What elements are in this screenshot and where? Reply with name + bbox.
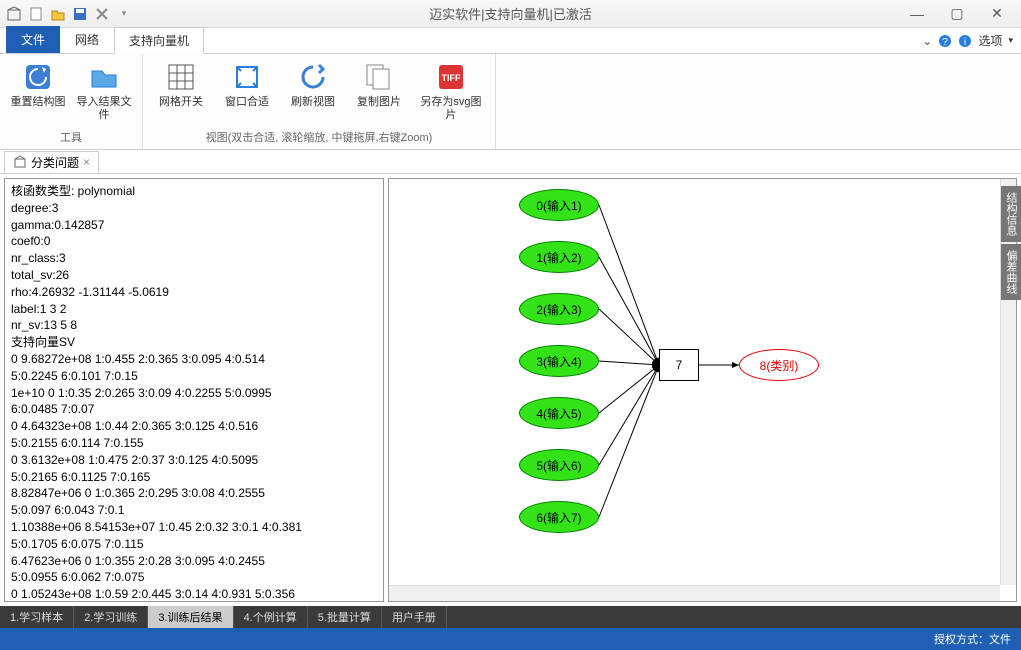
refresh-icon [296, 60, 330, 94]
grid-toggle-button[interactable]: 网格开关 [151, 58, 211, 111]
status-bar: 授权方式：文件 [0, 628, 1021, 650]
input-node[interactable]: 5(输入6) [519, 449, 599, 481]
input-node[interactable]: 0(输入1) [519, 189, 599, 221]
save-svg-button[interactable]: TIFF 另存为svg图片 [415, 58, 487, 124]
sidetab-error-curve[interactable]: 偏差曲线 [1001, 244, 1021, 300]
side-panel: 结构信息 偏差曲线 [1001, 186, 1021, 302]
doc-tab-close-icon[interactable]: × [83, 155, 90, 169]
results-text-pane[interactable]: 核函数类型: polynomialdegree:3gamma:0.142857c… [4, 178, 384, 602]
result-line: nr_class:3 [11, 250, 377, 267]
result-line: 5:0.2165 6:0.1125 7:0.165 [11, 469, 377, 486]
result-line: 支持向量SV [11, 334, 377, 351]
hidden-node[interactable]: 7 [659, 349, 699, 381]
result-line: degree:3 [11, 200, 377, 217]
open-icon[interactable] [48, 4, 68, 24]
result-line: coef0:0 [11, 233, 377, 250]
app-icon[interactable] [4, 4, 24, 24]
tab-svm[interactable]: 支持向量机 [114, 27, 204, 54]
bottom-tab[interactable]: 4.个例计算 [234, 606, 308, 628]
result-line: nr_sv:13 5 8 [11, 317, 377, 334]
tab-file[interactable]: 文件 [6, 26, 60, 53]
result-line: rho:4.26932 -1.31144 -5.0619 [11, 284, 377, 301]
result-line: 核函数类型: polynomial [11, 183, 377, 200]
input-node[interactable]: 6(输入7) [519, 501, 599, 533]
save-icon[interactable] [70, 4, 90, 24]
result-line: 5:0.1705 6:0.075 7:0.115 [11, 536, 377, 553]
options-link[interactable]: 选项 [978, 32, 1002, 49]
copy-icon [362, 60, 396, 94]
import-result-button[interactable]: 导入结果文件 [74, 58, 134, 124]
horizontal-scrollbar[interactable] [389, 585, 1000, 601]
info-icon[interactable]: i [958, 34, 972, 48]
result-line: total_sv:26 [11, 267, 377, 284]
refresh-view-button[interactable]: 刷新视图 [283, 58, 343, 111]
group-label-view: 视图(双击合适, 滚轮缩放, 中键拖屏,右键Zoom) [151, 125, 487, 145]
ribbon: 重置结构图 导入结果文件 工具 网格开关 窗口合适 刷新视图 [0, 54, 1021, 150]
ribbon-caret-icon[interactable]: ⌄ [922, 34, 932, 48]
bottom-tab[interactable]: 3.训练后结果 [148, 606, 233, 628]
cube-icon [13, 155, 27, 169]
input-node[interactable]: 2(输入3) [519, 293, 599, 325]
tab-network[interactable]: 网络 [60, 26, 114, 53]
bottom-tabstrip: 1.学习样本2.学习训练3.训练后结果4.个例计算5.批量计算用户手册 [0, 606, 1021, 628]
result-line: 0 4.64323e+08 1:0.44 2:0.365 3:0.125 4:0… [11, 418, 377, 435]
doc-tab-label: 分类问题 [31, 154, 79, 171]
minimize-button[interactable]: — [897, 2, 937, 26]
fit-window-button[interactable]: 窗口合适 [217, 58, 277, 111]
grid-icon [164, 60, 198, 94]
reset-icon [21, 60, 55, 94]
options-dropdown-icon[interactable]: ▾ [1008, 35, 1013, 46]
doc-tab-classification[interactable]: 分类问题 × [4, 151, 99, 173]
license-status: 授权方式：文件 [934, 631, 1011, 647]
input-node[interactable]: 1(输入2) [519, 241, 599, 273]
bottom-tab[interactable]: 5.批量计算 [308, 606, 382, 628]
folder-icon [87, 60, 121, 94]
result-line: 5:0.2155 6:0.114 7:0.155 [11, 435, 377, 452]
svg-text:TIFF: TIFF [442, 73, 461, 83]
result-line: gamma:0.142857 [11, 217, 377, 234]
bottom-tab[interactable]: 2.学习训练 [74, 606, 148, 628]
workspace: 核函数类型: polynomialdegree:3gamma:0.142857c… [0, 174, 1021, 606]
title-bar: ▾ 迈实软件|支持向量机|已激活 — ▢ ✕ [0, 0, 1021, 28]
group-label-tools: 工具 [8, 125, 134, 145]
qat-dropdown-icon[interactable]: ▾ [114, 4, 134, 24]
result-line: 5:0.2245 6:0.101 7:0.15 [11, 368, 377, 385]
structure-canvas-pane[interactable]: 0(输入1) 1(输入2) 2(输入3) 3(输入4) 4(输入5) 5(输入6) 6(输入… [388, 178, 1017, 602]
tiff-icon: TIFF [434, 60, 468, 94]
bottom-tab[interactable]: 1.学习样本 [0, 606, 74, 628]
result-line: 0 3.6132e+08 1:0.475 2:0.37 3:0.125 4:0.… [11, 452, 377, 469]
result-line: 0 1.05243e+08 1:0.59 2:0.445 3:0.14 4:0.… [11, 586, 377, 602]
result-line: 1e+10 0 1:0.35 2:0.265 3:0.09 4:0.2255 5… [11, 385, 377, 402]
maximize-button[interactable]: ▢ [937, 2, 977, 26]
result-line: 1.10388e+06 8.54153e+07 1:0.45 2:0.32 3:… [11, 519, 377, 536]
document-tabstrip: 分类问题 × [0, 150, 1021, 174]
new-icon[interactable] [26, 4, 46, 24]
result-line: label:1 3 2 [11, 301, 377, 318]
svg-text:?: ? [943, 37, 949, 48]
bottom-tab[interactable]: 用户手册 [382, 606, 447, 628]
input-node[interactable]: 3(输入4) [519, 345, 599, 377]
reset-structure-button[interactable]: 重置结构图 [8, 58, 68, 111]
copy-image-button[interactable]: 复制图片 [349, 58, 409, 111]
help-icon[interactable]: ? [938, 34, 952, 48]
result-line: 8.82847e+06 0 1:0.365 2:0.295 3:0.08 4:0… [11, 485, 377, 502]
window-title: 迈实软件|支持向量机|已激活 [429, 4, 592, 23]
result-line: 5:0.0955 6:0.062 7:0.075 [11, 569, 377, 586]
svg-text:i: i [964, 37, 966, 48]
input-node[interactable]: 4(输入5) [519, 397, 599, 429]
result-line: 6.47623e+06 0 1:0.355 2:0.28 3:0.095 4:0… [11, 553, 377, 570]
close-button[interactable]: ✕ [977, 2, 1017, 26]
output-node[interactable]: 8(类别) [739, 349, 819, 381]
result-line: 0 9.68272e+08 1:0.455 2:0.365 3:0.095 4:… [11, 351, 377, 368]
sidetab-structure-info[interactable]: 结构信息 [1001, 186, 1021, 242]
fit-icon [230, 60, 264, 94]
tools-icon[interactable] [92, 4, 112, 24]
result-line: 6:0.0485 7:0.07 [11, 401, 377, 418]
ribbon-group-view: 网格开关 窗口合适 刷新视图 复制图片 TIFF 另存为svg图片 视图(双击合… [143, 54, 496, 149]
quick-access-toolbar: ▾ [4, 4, 134, 24]
ribbon-group-tools: 重置结构图 导入结果文件 工具 [0, 54, 143, 149]
ribbon-tabstrip: 文件 网络 支持向量机 ⌄ ? i 选项 ▾ [0, 28, 1021, 54]
result-line: 5:0.097 6:0.043 7:0.1 [11, 502, 377, 519]
